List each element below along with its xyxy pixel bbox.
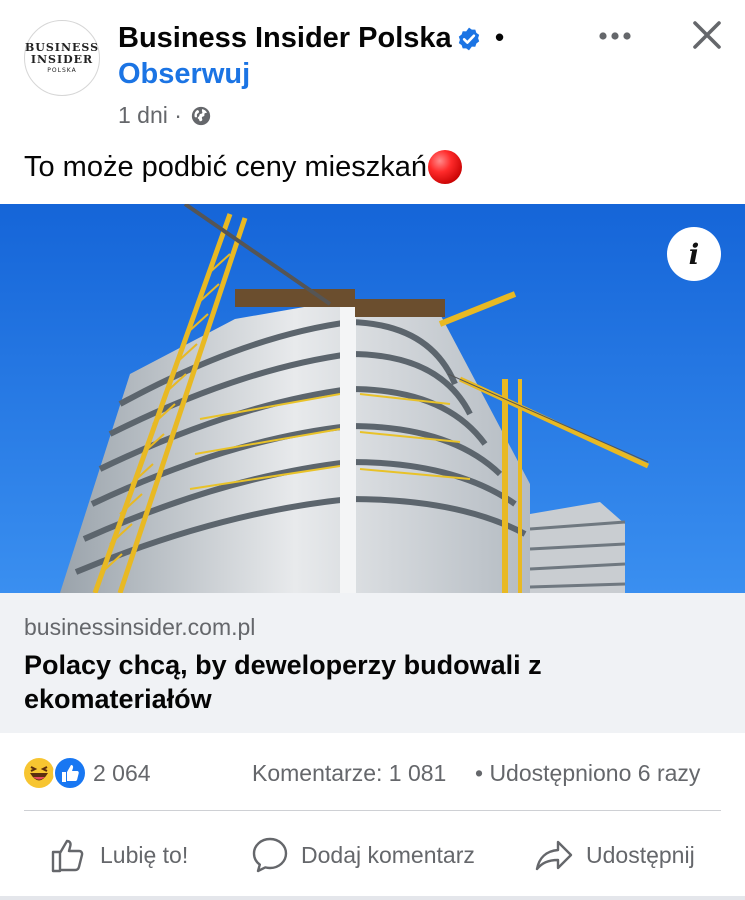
like-label: Lubię to! [100, 841, 189, 868]
share-label: Udostępnij [586, 841, 695, 868]
share-count[interactable]: • Udostępniono 6 razy [475, 760, 700, 787]
divider [24, 810, 721, 811]
more-options-icon[interactable] [598, 24, 632, 48]
comment-button[interactable]: Dodaj komentarz [251, 832, 475, 878]
globe-icon [191, 106, 211, 125]
like-reaction-icon [53, 756, 87, 790]
header-separator: • [495, 22, 505, 52]
share-button[interactable]: Udostępnij [534, 832, 695, 878]
comments-count[interactable]: Komentarze: 1 081 [252, 760, 446, 787]
bottom-separator [0, 896, 745, 900]
comment-icon [252, 837, 288, 873]
post-time[interactable]: 1 dni · [118, 102, 182, 129]
logo-text-line3: POLSKA [47, 66, 77, 74]
post-meta: 1 dni · [118, 102, 212, 129]
follow-button[interactable]: Obserwuj [118, 58, 250, 91]
logo-text-line1: BUSINESS [24, 40, 100, 54]
post-image[interactable] [0, 204, 745, 593]
comment-label: Dodaj komentarz [301, 841, 475, 868]
logo-text-line2: INSIDER [30, 52, 94, 66]
reaction-count[interactable]: 2 064 [93, 760, 151, 787]
page-name[interactable]: Business Insider Polska [118, 22, 452, 55]
page-avatar[interactable]: BUSINESS INSIDER POLSKA [24, 20, 100, 96]
haha-reaction-icon [24, 758, 54, 788]
red-circle-emoji [427, 150, 462, 184]
post-text-content: To może podbić ceny mieszkań [24, 150, 427, 183]
share-arrow-icon [535, 840, 573, 871]
info-icon[interactable]: i [667, 227, 721, 281]
reaction-icons[interactable] [22, 756, 88, 790]
verified-badge-icon [458, 27, 480, 51]
link-title[interactable]: Polacy chcą, by deweloperzy budowali z e… [24, 648, 714, 716]
like-button[interactable]: Lubię to! [50, 832, 188, 878]
post-text: To może podbić ceny mieszkań [24, 150, 462, 184]
construction-photo [0, 204, 745, 593]
thumbs-up-icon [51, 839, 84, 873]
close-icon[interactable] [690, 18, 724, 52]
link-domain: businessinsider.com.pl [24, 614, 256, 640]
post-header: BUSINESS INSIDER POLSKA Business Insider… [0, 0, 745, 140]
